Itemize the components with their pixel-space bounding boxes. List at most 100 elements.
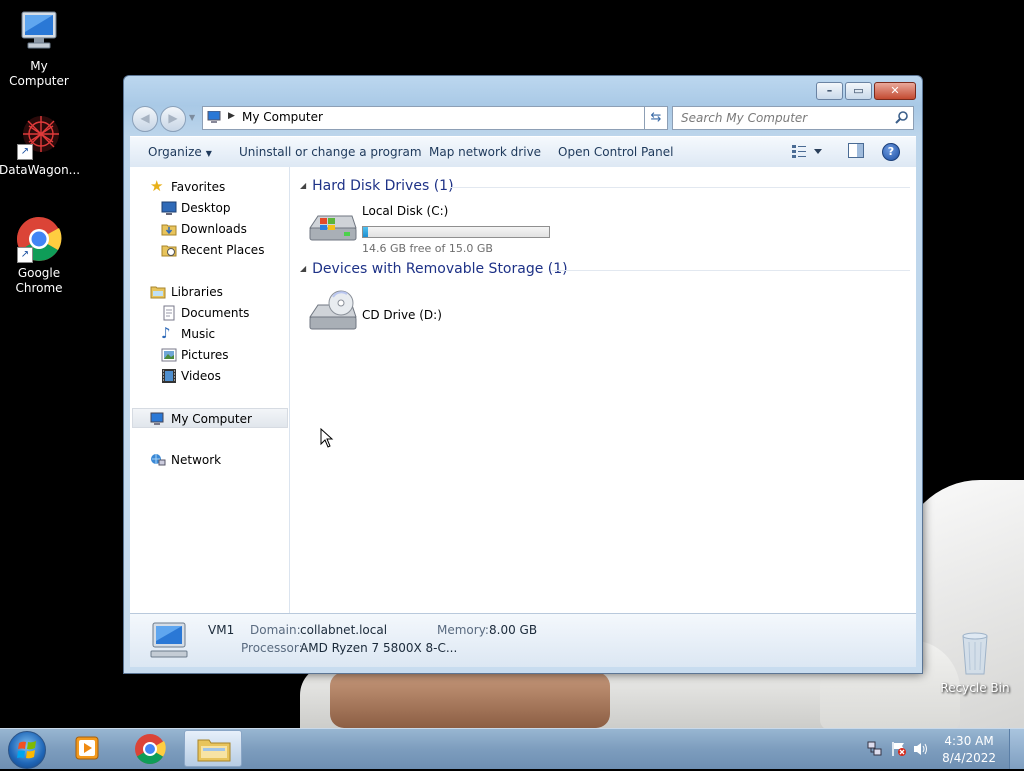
map-network-drive-button[interactable]: Map network drive	[429, 145, 541, 159]
address-bar[interactable]: ▶ My Computer ▼	[202, 106, 668, 130]
search-box[interactable]	[672, 106, 914, 130]
open-control-panel-button[interactable]: Open Control Panel	[558, 145, 673, 159]
computer-icon	[15, 8, 63, 56]
nav-recent-places[interactable]: Recent Places	[130, 240, 288, 260]
maximize-icon: ▭	[853, 84, 864, 97]
close-icon: ✕	[890, 84, 900, 97]
group-title: Devices with Removable Storage (1)	[312, 261, 568, 277]
action-center-flag-icon[interactable]	[891, 741, 907, 757]
search-input[interactable]	[679, 110, 883, 126]
nav-label: Network	[171, 453, 222, 467]
breadcrumb-my-computer[interactable]: My Computer	[242, 110, 323, 124]
group-divider	[552, 270, 910, 271]
organize-button[interactable]: Organize ▼	[148, 145, 212, 159]
music-icon: ♪	[161, 324, 171, 342]
desktop-icon-recycle-bin[interactable]: Recycle Bin	[935, 630, 1015, 696]
drive-capacity-fill	[363, 227, 369, 237]
collapse-triangle-icon[interactable]: ◢	[300, 264, 306, 273]
search-icon[interactable]	[895, 110, 909, 124]
forward-button[interactable]: ▶	[160, 106, 186, 132]
shortcut-arrow-icon: ↗	[17, 144, 33, 160]
back-button[interactable]: ◀	[132, 106, 158, 132]
nav-label: Documents	[181, 306, 250, 320]
network-status-icon[interactable]	[867, 741, 883, 757]
forward-arrow-icon: ▶	[168, 111, 178, 125]
details-pane: VM1 Domain: collabnet.local Memory: 8.00…	[130, 613, 916, 667]
group-title: Hard Disk Drives (1)	[312, 178, 454, 194]
explorer-window: – ▭ ✕ ◀ ▶ ▼ ▶ My Computer ▼ ⇆ Organi	[123, 75, 923, 674]
window-body: ★ Favorites Desktop Downloads Recent Pla…	[130, 167, 916, 613]
nav-label: Desktop	[181, 201, 231, 215]
media-player-icon	[75, 736, 99, 760]
recycle-bin-icon	[951, 630, 999, 678]
help-button[interactable]: ?	[882, 143, 900, 161]
close-button[interactable]: ✕	[874, 82, 916, 100]
refresh-button[interactable]: ⇆	[644, 106, 668, 130]
drive-label: Local Disk (C:)	[362, 204, 449, 218]
nav-documents[interactable]: Documents	[130, 303, 288, 323]
nav-libraries[interactable]: Libraries	[130, 282, 288, 302]
videos-icon	[162, 369, 176, 383]
nav-label: Music	[181, 327, 216, 341]
desktop-icon	[161, 201, 177, 215]
navigation-pane: ★ Favorites Desktop Downloads Recent Pla…	[130, 167, 290, 613]
memory-key: Memory:	[437, 623, 489, 637]
clock-date: 8/4/2022	[942, 751, 996, 765]
nav-downloads[interactable]: Downloads	[130, 219, 288, 239]
nav-desktop[interactable]: Desktop	[130, 198, 288, 218]
chrome-icon	[135, 734, 166, 765]
minimize-button[interactable]: –	[816, 82, 843, 100]
nav-network[interactable]: Network	[130, 450, 288, 470]
desktop-icon-datawagon[interactable]: ↗ DataWagon...	[0, 112, 81, 178]
taskbar-windows-explorer[interactable]	[184, 730, 242, 767]
collapse-triangle-icon[interactable]: ◢	[300, 181, 306, 190]
chevron-down-icon: ▼	[205, 149, 212, 158]
preview-pane-button[interactable]	[848, 143, 864, 162]
start-button[interactable]	[8, 731, 46, 769]
libraries-icon	[150, 286, 166, 299]
minimize-icon: –	[826, 84, 833, 97]
memory-value: 8.00 GB	[489, 623, 538, 637]
command-bar: Organize ▼ Uninstall or change a program …	[130, 136, 916, 168]
taskbar-google-chrome[interactable]	[121, 730, 179, 767]
taskbar-media-player[interactable]	[58, 730, 116, 767]
documents-icon	[163, 305, 175, 321]
nav-label: Favorites	[171, 180, 226, 194]
view-options-icon	[792, 145, 822, 158]
nav-label: Videos	[181, 369, 221, 383]
notification-area: 4:30 AM 8/4/2022	[854, 729, 1024, 769]
nav-favorites[interactable]: ★ Favorites	[130, 177, 288, 197]
star-icon: ★	[150, 177, 164, 195]
refresh-icon: ⇆	[650, 110, 662, 125]
datawagon-icon: ↗	[15, 112, 63, 160]
windows-logo-icon	[17, 741, 36, 759]
volume-icon[interactable]	[913, 741, 929, 757]
desktop-icon-my-computer[interactable]: My Computer	[0, 8, 79, 89]
nav-videos[interactable]: Videos	[130, 366, 288, 386]
processor-key: Processor:	[241, 641, 303, 655]
taskbar-clock[interactable]: 4:30 AM 8/4/2022	[942, 733, 996, 767]
nav-my-computer[interactable]: My Computer	[132, 408, 288, 428]
uninstall-program-button[interactable]: Uninstall or change a program	[239, 145, 422, 159]
recent-pages-dropdown-icon[interactable]: ▼	[189, 113, 195, 122]
clock-time: 4:30 AM	[944, 734, 994, 748]
change-view-button[interactable]	[792, 144, 822, 161]
drive-capacity-bar	[362, 226, 550, 238]
window-controls: – ▭ ✕	[816, 82, 916, 100]
computer-icon	[207, 111, 221, 123]
nav-pictures[interactable]: Pictures	[130, 345, 288, 365]
desktop-icon-label: DataWagon...	[0, 163, 81, 177]
maximize-button[interactable]: ▭	[845, 82, 872, 100]
group-header-hard-disk-drives[interactable]: ◢ Hard Disk Drives (1)	[300, 178, 454, 194]
mouse-cursor-icon	[320, 428, 334, 448]
breadcrumb-separator-icon[interactable]: ▶	[228, 111, 235, 121]
nav-music[interactable]: ♪ Music	[130, 324, 288, 344]
show-desktop-button[interactable]	[1009, 729, 1024, 769]
group-header-removable-storage[interactable]: ◢ Devices with Removable Storage (1)	[300, 261, 568, 277]
desktop-icon-google-chrome[interactable]: ↗ Google Chrome	[0, 215, 79, 296]
nav-label: Recent Places	[181, 243, 265, 257]
recent-places-icon	[161, 245, 177, 257]
drive-label: CD Drive (D:)	[362, 308, 442, 322]
taskbar: 4:30 AM 8/4/2022	[0, 728, 1024, 769]
downloads-folder-icon	[161, 224, 177, 236]
